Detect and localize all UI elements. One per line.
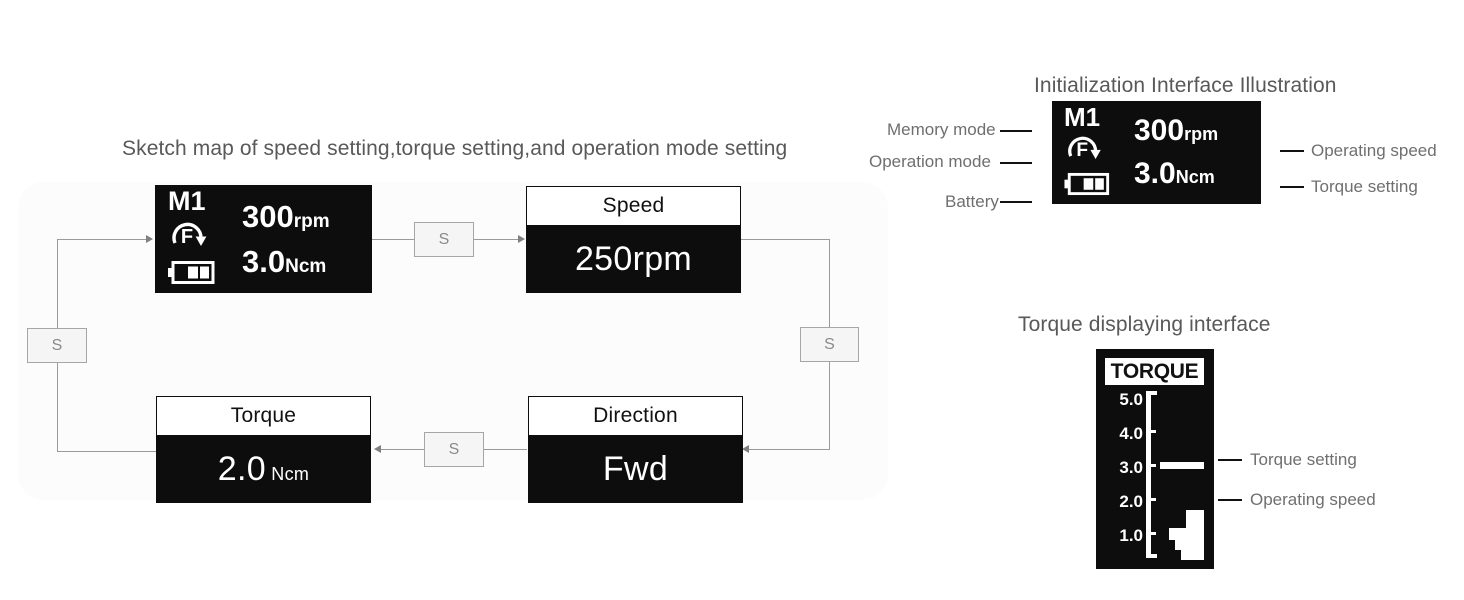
label-operating-speed: Operating speed — [1311, 141, 1437, 160]
torque-panel-title: Torque displaying interface — [1018, 313, 1271, 336]
connector-right-to-direction — [749, 449, 830, 450]
arrowhead-to-torque — [374, 445, 381, 453]
step-button-label: S — [438, 230, 450, 248]
memory-mode-tag: M1 — [1064, 102, 1101, 132]
connector-direction-to-step3 — [484, 449, 527, 450]
gauge-tick-3 — [1146, 464, 1156, 467]
connector-torque-to-left — [57, 451, 156, 452]
memory-mode-tag: M1 — [168, 186, 206, 216]
gauge-tick-1 — [1146, 532, 1156, 535]
connector-left-to-m1 — [57, 239, 146, 240]
setting-box-direction: Direction Fwd — [528, 396, 743, 503]
arrowhead-to-m1 — [146, 235, 153, 243]
setting-box-header: Speed — [527, 187, 740, 226]
arrowhead-to-direction — [742, 445, 749, 453]
connector-left-up-lower — [57, 363, 58, 452]
gauge-axis-cap-bottom — [1146, 554, 1157, 558]
label-operating-speed-gauge: Operating speed — [1250, 490, 1376, 509]
connector-left-up-upper — [57, 239, 58, 328]
step-button-2[interactable]: S — [800, 327, 859, 362]
rotation-forward-icon: F — [168, 218, 214, 255]
step-button-label: S — [448, 440, 460, 458]
tick-label-3: 3.0 — [1119, 458, 1143, 477]
operating-speed-bar — [1166, 510, 1204, 565]
label-memory-mode: Memory mode — [887, 120, 996, 139]
connector-right-down-upper — [829, 239, 830, 327]
leader-torque-setting-gauge — [1218, 459, 1242, 461]
setting-box-value: Fwd — [602, 449, 669, 488]
setting-box-speed: Speed 250rpm — [526, 186, 741, 293]
leader-operating-speed — [1280, 150, 1304, 152]
gauge-axis-cap-top — [1146, 391, 1157, 395]
label-torque-setting-gauge: Torque setting — [1250, 450, 1357, 469]
speed-readout: 300rpm — [1134, 114, 1219, 147]
step-button-4[interactable]: S — [27, 328, 87, 363]
init-panel-title: Initialization Interface Illustration — [1034, 74, 1337, 97]
tick-label-2: 2.0 — [1119, 492, 1143, 511]
leader-operation-mode — [1000, 162, 1032, 164]
step-button-1[interactable]: S — [414, 222, 474, 257]
init-device-display: M1 F 300rpm 3.0Ncm — [1052, 101, 1261, 204]
tick-label-1: 1.0 — [1119, 526, 1143, 545]
speed-readout: 300rpm — [242, 199, 330, 234]
svg-text:F: F — [181, 226, 193, 248]
rotation-forward-icon: F — [1064, 132, 1108, 168]
connector-step3-to-torque — [381, 449, 424, 450]
connector-step1-to-speed — [474, 239, 518, 240]
torque-readout: 3.0Ncm — [1134, 157, 1215, 190]
setting-box-value: 250rpm — [574, 239, 693, 278]
connector-m1-to-step1 — [372, 239, 414, 240]
gauge-tick-2 — [1146, 498, 1156, 501]
svg-text:F: F — [1076, 140, 1088, 161]
flow-chart-title: Sketch map of speed setting,torque setti… — [122, 137, 788, 160]
arrowhead-to-speed — [518, 235, 525, 243]
step-button-label: S — [824, 335, 835, 353]
torque-gauge-display: TORQUE 5.0 4.0 3.0 2.0 1.0 — [1096, 349, 1214, 569]
battery-icon — [168, 260, 216, 290]
label-torque-setting: Torque setting — [1311, 177, 1418, 196]
setting-box-torque: Torque 2.0 Ncm — [156, 396, 371, 503]
connector-speed-to-right — [741, 239, 830, 240]
torque-setting-marker — [1160, 462, 1204, 469]
device-display-initial: M1 F 300rpm 3.0Ncm — [155, 185, 372, 293]
tick-label-4: 4.0 — [1119, 424, 1143, 443]
gauge-tick-4 — [1146, 430, 1156, 433]
label-battery: Battery — [945, 192, 999, 211]
setting-box-header: Direction — [529, 397, 742, 436]
leader-operating-speed-gauge — [1218, 499, 1242, 501]
label-operation-mode: Operation mode — [869, 152, 991, 171]
torque-gauge-header: TORQUE — [1105, 358, 1204, 385]
torque-readout: 3.0Ncm — [242, 244, 327, 279]
connector-right-down-lower — [829, 362, 830, 450]
leader-battery — [1000, 201, 1032, 203]
setting-box-header: Torque — [157, 397, 370, 436]
battery-icon — [1064, 172, 1111, 201]
setting-box-value: 2.0 Ncm — [217, 449, 310, 488]
leader-torque-setting — [1280, 186, 1304, 188]
leader-memory-mode — [1000, 130, 1032, 132]
tick-label-5: 5.0 — [1119, 390, 1143, 409]
step-button-label: S — [51, 336, 63, 354]
step-button-3[interactable]: S — [424, 432, 484, 467]
